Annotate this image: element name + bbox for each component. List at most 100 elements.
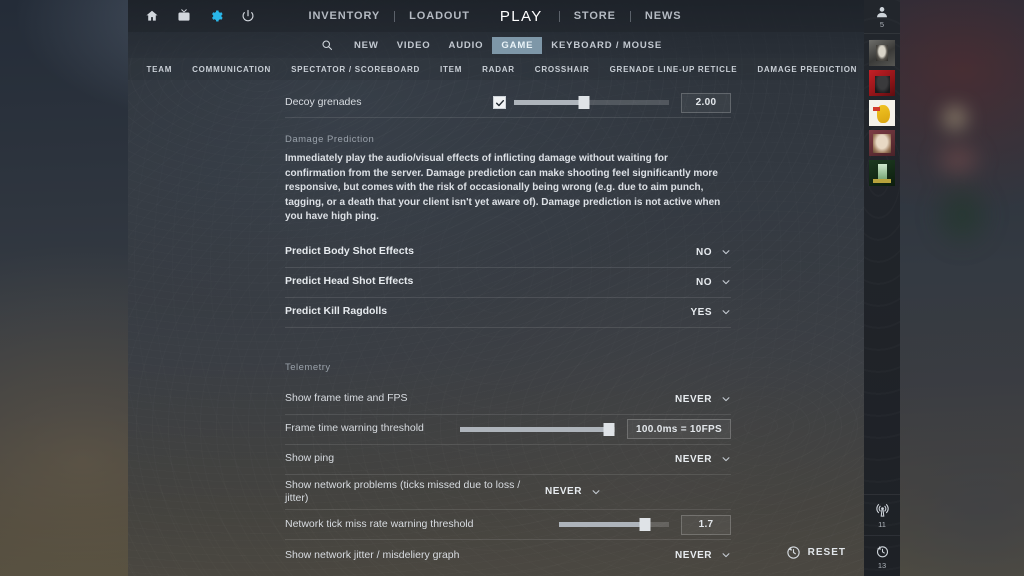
top-nav-icon-group xyxy=(138,8,256,24)
category-tab-grenade-lineup-reticle[interactable]: GRENADE LINE-UP RETICLE xyxy=(600,65,748,74)
broadcast-icon xyxy=(875,504,889,517)
gear-icon[interactable] xyxy=(208,8,224,24)
slider-knob[interactable] xyxy=(578,96,590,109)
history-count: 13 xyxy=(877,561,887,570)
friend-avatar-3[interactable] xyxy=(869,100,895,126)
reset-button[interactable]: RESET xyxy=(786,545,846,560)
setting-label: Show ping xyxy=(285,452,335,465)
predict-head-shot-effects-dropdown[interactable]: NO xyxy=(687,277,731,288)
category-tab-bar: GAME HUD TEAM COMMUNICATION SPECTATOR / … xyxy=(128,58,864,80)
category-tab-radar[interactable]: RADAR xyxy=(472,65,525,74)
setting-label: Predict Head Shot Effects xyxy=(285,275,414,288)
top-navigation-bar: INVENTORY LOADOUT PLAY STORE NEWS xyxy=(128,0,864,32)
category-tab-crosshair[interactable]: CROSSHAIR xyxy=(525,65,600,74)
predict-kill-ragdolls-dropdown[interactable]: YES xyxy=(687,307,731,318)
setting-row-predict-kill-ragdolls: Predict Kill Ragdolls YES xyxy=(285,298,731,328)
category-tab-damage-prediction[interactable]: DAMAGE PREDICTION xyxy=(747,65,864,74)
chevron-down-icon xyxy=(721,247,731,257)
setting-row-show-network-problems: Show network problems (ticks missed due … xyxy=(285,475,731,511)
category-tab-spectator-scoreboard[interactable]: SPECTATOR / SCOREBOARD xyxy=(281,65,430,74)
settings-tab-audio[interactable]: AUDIO xyxy=(440,37,493,54)
reset-clock-icon xyxy=(786,545,801,560)
nav-item-store[interactable]: STORE xyxy=(560,10,630,22)
show-network-jitter-graph-dropdown[interactable]: NEVER xyxy=(675,550,731,561)
section-heading-damage-prediction: Damage Prediction xyxy=(285,134,375,145)
dropdown-value: NO xyxy=(696,276,712,288)
friend-avatar-1[interactable] xyxy=(869,40,895,66)
slider-knob[interactable] xyxy=(639,518,651,532)
dropdown-value: NEVER xyxy=(675,453,712,465)
player-count: 5 xyxy=(879,20,885,29)
network-tick-miss-rate-slider[interactable] xyxy=(559,518,669,532)
show-ping-dropdown[interactable]: NEVER xyxy=(675,454,731,465)
friend-avatar-list xyxy=(869,34,895,186)
setting-row-show-network-jitter-graph: Show network jitter / misdeliery graph N… xyxy=(285,540,731,570)
watch-icon[interactable] xyxy=(176,8,192,24)
category-tab-hud[interactable]: HUD xyxy=(128,65,136,74)
setting-row-show-frame-time-fps: Show frame time and FPS NEVER xyxy=(285,385,731,415)
damage-prediction-description: Immediately play the audio/visual effect… xyxy=(285,153,721,222)
chevron-down-icon xyxy=(721,550,731,560)
dropdown-value: NEVER xyxy=(675,393,712,405)
setting-label: Predict Kill Ragdolls xyxy=(285,305,388,318)
setting-row-network-tick-miss-rate-threshold: Network tick miss rate warning threshold… xyxy=(285,510,731,541)
category-tab-team[interactable]: TEAM xyxy=(136,65,182,74)
settings-scroll-area[interactable]: Decoy grenades 2.00 Damage Prediction Im… xyxy=(128,80,864,576)
setting-label: Frame time warning threshold xyxy=(285,422,424,435)
setting-row-show-ping: Show ping NEVER xyxy=(285,445,731,475)
friend-avatar-2[interactable] xyxy=(869,70,895,96)
chevron-down-icon xyxy=(721,307,731,317)
setting-label: Show network problems (ticks missed due … xyxy=(285,478,521,504)
history-button[interactable]: 13 xyxy=(864,535,900,576)
player-status-button[interactable]: 5 xyxy=(864,0,900,34)
chevron-down-icon xyxy=(721,277,731,287)
friend-avatar-4[interactable] xyxy=(869,130,895,156)
rail-bottom-group: 11 13 xyxy=(864,494,900,576)
broadcast-button[interactable]: 11 xyxy=(864,494,900,535)
setting-label: Show network jitter / misdeliery graph xyxy=(285,548,460,561)
decoy-grenades-slider[interactable] xyxy=(514,96,669,110)
setting-label: Network tick miss rate warning threshold xyxy=(285,518,474,531)
dropdown-value: NO xyxy=(696,246,712,258)
power-icon[interactable] xyxy=(240,8,256,24)
search-icon[interactable] xyxy=(321,39,333,51)
home-icon[interactable] xyxy=(144,8,160,24)
nav-item-play[interactable]: PLAY xyxy=(484,8,559,25)
dropdown-value: NEVER xyxy=(675,549,712,561)
slider-knob[interactable] xyxy=(603,422,615,436)
category-tab-item[interactable]: ITEM xyxy=(430,65,472,74)
dropdown-value: YES xyxy=(690,306,712,318)
broadcast-count: 11 xyxy=(878,520,886,529)
nav-item-news[interactable]: NEWS xyxy=(631,10,696,22)
frame-time-warning-threshold-value[interactable]: 100.0ms = 10FPS xyxy=(627,419,731,439)
settings-tab-game[interactable]: GAME xyxy=(492,36,543,54)
settings-tab-new[interactable]: NEW xyxy=(345,37,388,54)
dropdown-value: NEVER xyxy=(545,486,582,498)
nav-item-loadout[interactable]: LOADOUT xyxy=(395,10,484,22)
chevron-down-icon xyxy=(721,394,731,404)
predict-body-shot-effects-dropdown[interactable]: NO xyxy=(687,247,731,258)
slider-fill xyxy=(460,426,609,432)
friend-avatar-5[interactable] xyxy=(869,160,895,186)
settings-panel: INVENTORY LOADOUT PLAY STORE NEWS NEW VI… xyxy=(128,0,864,576)
decoy-grenades-checkbox[interactable] xyxy=(493,96,506,109)
category-tab-communication[interactable]: COMMUNICATION xyxy=(182,65,281,74)
chevron-down-icon xyxy=(591,487,601,497)
show-network-problems-dropdown[interactable]: NEVER xyxy=(545,486,601,497)
network-tick-miss-rate-value[interactable]: 1.7 xyxy=(681,514,731,535)
settings-tab-keyboard-mouse[interactable]: KEYBOARD / MOUSE xyxy=(542,37,671,54)
section-heading-telemetry: Telemetry xyxy=(285,361,331,373)
show-frame-time-fps-dropdown[interactable]: NEVER xyxy=(675,394,731,405)
slider-fill xyxy=(514,100,584,105)
setting-label: Decoy grenades xyxy=(285,95,362,108)
nav-item-inventory[interactable]: INVENTORY xyxy=(294,10,394,22)
decoy-grenades-value[interactable]: 2.00 xyxy=(681,92,731,113)
settings-tab-video[interactable]: VIDEO xyxy=(388,37,440,54)
setting-row-decoy-grenades: Decoy grenades 2.00 xyxy=(285,88,731,118)
person-icon xyxy=(877,7,887,18)
main-menu: INVENTORY LOADOUT PLAY STORE NEWS xyxy=(256,0,734,32)
reset-label: RESET xyxy=(807,547,846,558)
frame-time-warning-threshold-slider[interactable] xyxy=(460,422,616,436)
history-clock-icon xyxy=(876,546,888,558)
chevron-down-icon xyxy=(721,454,731,464)
